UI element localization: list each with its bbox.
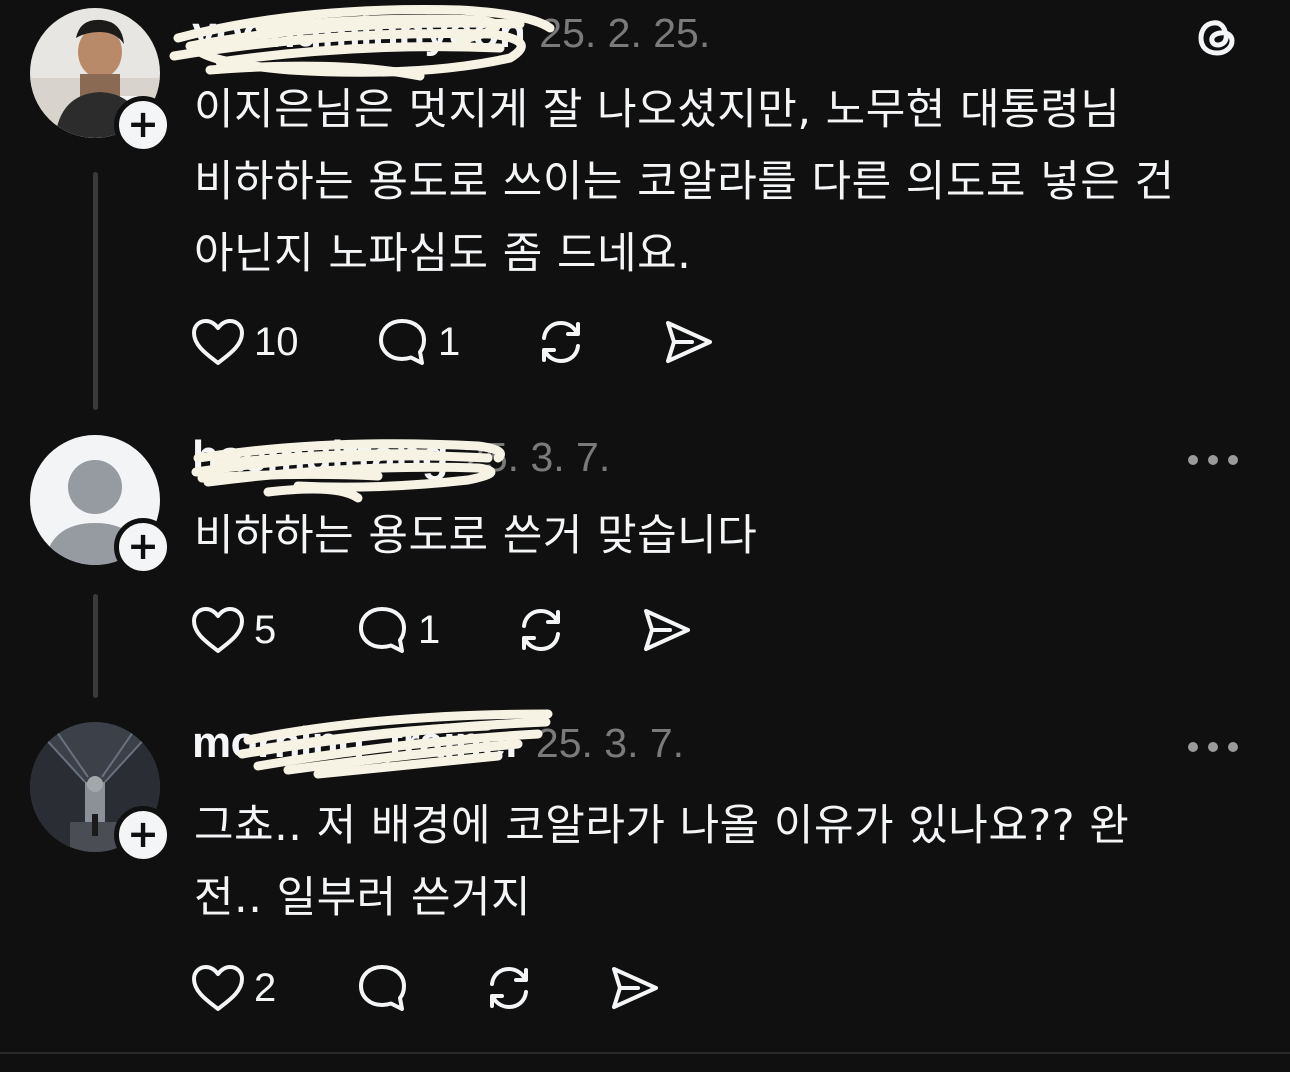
repost-icon bbox=[522, 608, 560, 652]
threads-logo-icon[interactable] bbox=[1194, 14, 1240, 60]
share-button[interactable] bbox=[608, 963, 662, 1013]
post-actions: 10 1 bbox=[190, 312, 716, 372]
more-options-icon[interactable] bbox=[1188, 453, 1238, 467]
send-icon bbox=[612, 967, 658, 1009]
thread-connector-line bbox=[93, 594, 98, 698]
heart-icon bbox=[192, 965, 244, 1011]
heart-icon bbox=[192, 319, 244, 365]
reply-button[interactable]: 1 bbox=[376, 316, 534, 368]
username[interactable]: yoongminhyeon bbox=[192, 8, 526, 58]
post-actions: 2 bbox=[190, 958, 662, 1018]
share-button[interactable] bbox=[640, 605, 694, 655]
send-icon bbox=[666, 321, 712, 363]
reply-button[interactable] bbox=[356, 962, 482, 1014]
like-count: 10 bbox=[254, 319, 299, 364]
follow-plus-button[interactable]: + bbox=[114, 96, 172, 154]
username[interactable]: haemulttang bbox=[192, 432, 449, 482]
reply-button[interactable]: 1 bbox=[356, 604, 514, 656]
post-header: haemulttang 25. 3. 7. bbox=[192, 432, 610, 492]
post-date: 25. 3. 7. bbox=[535, 720, 685, 766]
comment-icon bbox=[359, 965, 406, 1011]
heart-icon bbox=[192, 607, 244, 653]
repost-button[interactable] bbox=[514, 604, 640, 656]
like-button[interactable]: 2 bbox=[190, 963, 356, 1013]
post-date: 25. 2. 25. bbox=[539, 10, 711, 56]
like-button[interactable]: 10 bbox=[190, 317, 376, 367]
more-options-icon[interactable] bbox=[1188, 740, 1238, 754]
post-header: morning_trainer 25. 3. 7. bbox=[192, 718, 684, 778]
share-button[interactable] bbox=[662, 317, 716, 367]
repost-button[interactable] bbox=[482, 962, 608, 1014]
repost-icon bbox=[542, 320, 580, 364]
like-button[interactable]: 5 bbox=[190, 605, 356, 655]
comment-icon bbox=[359, 607, 406, 653]
follow-plus-button[interactable]: + bbox=[114, 806, 172, 864]
like-count: 2 bbox=[254, 965, 277, 1010]
repost-button[interactable] bbox=[534, 316, 662, 368]
comment-icon bbox=[379, 319, 426, 365]
thread-connector-line bbox=[93, 172, 98, 410]
post-text: 비하하는 용도로 쓴거 맞습니다 bbox=[194, 511, 758, 561]
reply-count: 1 bbox=[438, 319, 461, 364]
post-header: yoongminhyeon 25. 2. 25. bbox=[192, 8, 710, 68]
post-date: 25. 3. 7. bbox=[462, 434, 611, 480]
post-text: 그쵸.. 저 배경에 코알라가 나올 이유가 있나요?? 완 전.. 일부러 쓴… bbox=[194, 801, 1130, 923]
post-text: 이지은님은 멋지게 잘 나오셨지만, 노무현 대통령님 비하하는 용도로 쓰이는… bbox=[194, 85, 1175, 279]
username[interactable]: morning_trainer bbox=[192, 718, 522, 768]
follow-plus-button[interactable]: + bbox=[114, 518, 172, 576]
post-actions: 5 1 bbox=[190, 600, 694, 660]
send-icon bbox=[644, 609, 690, 651]
repost-icon bbox=[490, 966, 528, 1010]
reply-count: 1 bbox=[418, 607, 441, 652]
like-count: 5 bbox=[254, 607, 277, 652]
feed-divider bbox=[0, 1052, 1290, 1054]
